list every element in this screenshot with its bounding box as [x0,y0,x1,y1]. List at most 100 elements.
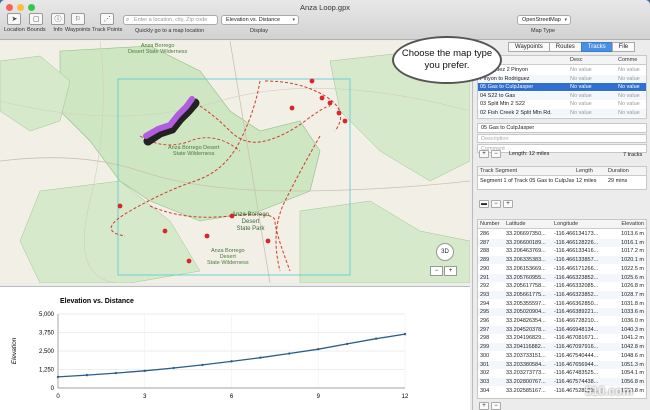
toolbar-waypoints-label: Waypoints [65,27,91,33]
map-zoom-out-button[interactable]: − [430,266,443,276]
track-point-row[interactable]: 287 33.206600189... -116.466128226... 1016.… [478,238,646,247]
track-point-row[interactable]: 297 33.204520378... -116.466948134... 1040.… [478,325,646,334]
point-longitude: -116.466133416... [554,248,599,255]
col-desc[interactable]: Desc [568,56,616,64]
col-elevation[interactable]: Elevation [606,220,646,228]
chart-y-tick-label: 0 [51,386,55,392]
track-point-row[interactable]: 301 33.203380584... -116.467656944... 1051.… [478,360,646,369]
track-point-row[interactable]: 292 33.205617758... -116.466332085... 1026.… [478,282,646,290]
track-length-text: Length: 12 miles [509,151,550,157]
add-track-button[interactable]: + [479,150,489,158]
elevation-data-point [230,360,233,363]
track-desc: No value [570,101,592,107]
chart-x-tick-label: 6 [230,394,234,400]
track-row[interactable]: 02 Fish Creek 2 Split Mtn Rd. No value No … [478,108,646,117]
map-view[interactable]: Anza Borrego Desert State Wilderness Anz… [0,41,470,283]
track-row[interactable]: 04 S22 to Gas No value No value [478,91,646,100]
point-elevation: 1026.8 m [621,283,644,290]
point-longitude: -116.467081671... [554,335,599,342]
track-comment: No value [618,101,640,107]
track-name: 05 Gas to CulpJasper [480,84,534,90]
track-points-icon: ⋰ [100,13,115,25]
track-row[interactable]: 03 Split Mtn 2 S22 No value No value [478,100,646,108]
track-point-row[interactable]: 288 33.206463769... -116.466133416... 1017.… [478,247,646,255]
col-duration[interactable]: Duration [606,167,646,175]
display-select[interactable]: Elevation vs. Distance ▾ [221,15,299,25]
segment-action-icon[interactable]: ▬ [479,200,489,208]
col-longitude[interactable]: Longitude [552,220,606,228]
col-length[interactable]: Length [574,167,606,175]
map-type-caption: Map Type [531,28,556,34]
track-point-row[interactable]: 290 33.206153669... -116.466171266... 1022.… [478,265,646,273]
elevation-data-point [259,356,262,359]
toolbar-info-button[interactable]: ⓘ Info [51,13,65,33]
map-type-value: OpenStreetMap [522,17,561,23]
track-point-row[interactable]: 291 33.205760955... -116.466323852... 1025.… [478,273,646,282]
track-point-row[interactable]: 295 33.205020904... -116.466389221... 1033.… [478,308,646,317]
remove-track-button[interactable]: − [491,150,501,158]
elevation-chart-pane: Elevation vs. Distance 0 1,250 2,500 3,750 5,… [0,286,470,410]
point-latitude: 33.206600189... [506,239,546,246]
track-row[interactable]: Rodriguez 2 Pinyon No value No value [478,66,646,74]
point-longitude: -116.467097916... [554,344,599,351]
chart-title: Elevation vs. Distance [60,298,134,305]
toolbar-waypoints-button[interactable]: ⚐ Waypoints [65,13,90,33]
location-search-input[interactable]: ⌕ Enter a location, city, Zip code [123,15,218,25]
add-point-button[interactable]: + [479,402,489,410]
col-number[interactable]: Number [478,220,504,228]
track-row[interactable]: Pinyon to Rodriguez No value No value [478,74,646,83]
segment-row[interactable]: Segment 1 of Track 05 Gas to CulpJasper … [478,177,646,185]
point-elevation: 1016.1 m [621,239,644,246]
point-number: 295 [480,309,490,316]
track-point-row[interactable]: 294 33.205355597... -116.466362850... 1031.… [478,300,646,308]
track-name-field[interactable]: 05 Gas to CulpJasper [477,123,647,133]
point-number: 293 [480,291,490,298]
point-number: 290 [480,265,490,272]
map-label-park-south: Anza Borrego Desert State Wilderness [207,248,249,266]
track-row[interactable]: 05 Gas to CulpJasper No value No value [478,83,646,91]
track-point-row[interactable]: 302 33.203273773... -116.467483525... 1054.… [478,369,646,377]
tab-file[interactable]: File [611,42,636,52]
track-point-row[interactable]: 293 33.205661775... -116.466323852... 1028.… [478,290,646,299]
track-point-row[interactable]: 289 33.206335383... -116.466133857... 1020.… [478,256,646,265]
elevation-data-point [201,363,204,367]
map-3d-button[interactable]: 3D [436,243,454,261]
point-elevation: 1041.2 m [621,335,644,342]
remove-point-button[interactable]: − [491,402,501,410]
search-placeholder: Enter a location, city, Zip code [134,17,208,23]
map-type-select[interactable]: OpenStreetMap ▾ [517,15,571,25]
point-latitude: 33.206335383... [506,257,546,264]
col-comment[interactable]: Comme [616,56,646,64]
point-latitude: 33.205617758... [506,283,546,290]
col-track-segment[interactable]: Track Segment [478,167,574,175]
chevron-down-icon: ▾ [292,17,295,23]
map-zoom-in-button[interactable]: + [444,266,457,276]
remove-segment-button[interactable]: − [491,200,501,208]
track-point-row[interactable]: 299 33.204116882... -116.467097916... 1042.… [478,343,646,352]
track-description-field[interactable]: Description [477,134,647,143]
elevation-data-point [403,332,407,336]
track-point-row[interactable]: 296 33.204826354... -116.466728210... 1036.… [478,317,646,325]
tab-waypoints[interactable]: Waypoints [508,42,550,52]
tab-tracks[interactable]: Tracks [580,42,613,52]
point-latitude: 33.204116882... [506,344,546,351]
point-latitude: 33.205661775... [506,291,546,298]
track-point-row[interactable]: 298 33.204196829... -116.467081671... 1041.… [478,334,646,342]
toolbar-location-button[interactable]: ➤ Location [4,13,25,33]
point-longitude: -116.466323852... [554,291,599,298]
track-desc: No value [570,67,592,73]
chart-y-tick-label: 3,750 [39,331,55,337]
point-latitude: 33.205355597... [506,300,546,307]
track-point-row[interactable]: 286 33.206697350... -116.466134173... 1013.… [478,230,646,238]
col-latitude[interactable]: Latitude [504,220,552,228]
chart-x-tick-label: 12 [402,394,409,400]
tab-routes[interactable]: Routes [548,42,582,52]
elevation-data-point [172,366,175,370]
segment-length: 12 miles [576,178,597,184]
toolbar-track-points-button[interactable]: ⋰ Track Points [92,13,122,33]
point-number: 298 [480,335,490,342]
map-canvas [0,41,470,283]
track-point-row[interactable]: 300 33.203733151... -116.467540444... 1048.… [478,352,646,360]
add-segment-button[interactable]: + [503,200,513,208]
toolbar-bounds-button[interactable]: ▢ Bounds [27,13,46,33]
